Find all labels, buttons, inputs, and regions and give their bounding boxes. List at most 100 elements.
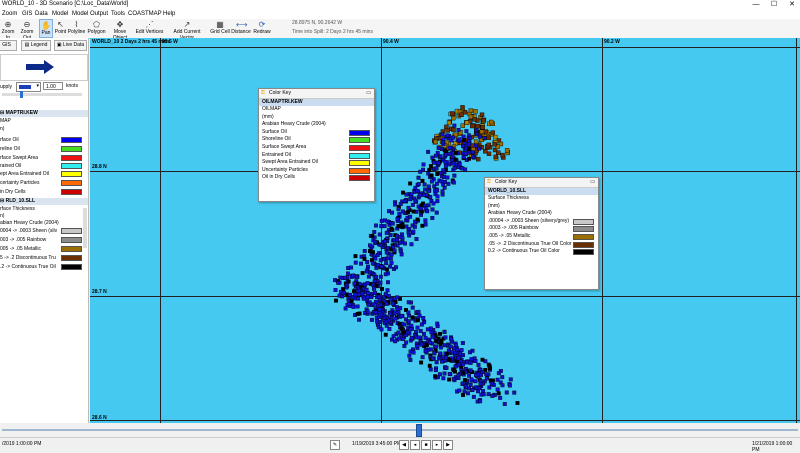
oil-particle bbox=[445, 128, 450, 133]
oil-particle bbox=[401, 209, 405, 214]
menu-data[interactable]: Data bbox=[35, 11, 48, 17]
color-key-titlebar[interactable]: ⚿ Color Key ▭ bbox=[485, 178, 598, 188]
oil-particle bbox=[356, 296, 361, 301]
oil-particle bbox=[457, 137, 462, 142]
play-button[interactable]: ▶ bbox=[443, 440, 453, 450]
menu-model[interactable]: Model bbox=[52, 11, 68, 17]
wind-slider[interactable] bbox=[2, 91, 82, 98]
step-back-button[interactable]: ◂ bbox=[410, 440, 420, 450]
edit-vertices-button[interactable]: ⋰ Edit Vertices bbox=[134, 19, 165, 38]
menu-gis[interactable]: GIS bbox=[22, 11, 32, 17]
tab-live-data[interactable]: ▣ Live Data bbox=[54, 40, 87, 51]
minimize-button[interactable]: — bbox=[748, 0, 764, 10]
distance-button[interactable]: ⟷ Distance bbox=[231, 19, 251, 38]
oil-particle bbox=[368, 249, 372, 254]
oil-particle bbox=[372, 286, 376, 291]
oil-particle bbox=[423, 349, 428, 354]
grid-cell-button[interactable]: ▦ Grid Cell bbox=[209, 19, 231, 38]
timeline-slider-track[interactable] bbox=[2, 429, 798, 431]
oil-particle bbox=[467, 142, 471, 147]
oil-particle bbox=[384, 230, 389, 235]
oil-particle bbox=[352, 281, 357, 286]
close-button[interactable]: ✕ bbox=[784, 0, 800, 10]
oil-particle bbox=[417, 193, 422, 198]
oil-particle bbox=[406, 300, 411, 305]
oil-particle bbox=[440, 140, 445, 145]
tab-legend[interactable]: ▤ Legend bbox=[21, 40, 51, 51]
legend-item: 003 -> .005 Rainbow bbox=[0, 236, 88, 244]
oil-particle bbox=[435, 199, 440, 204]
maximize-button[interactable]: ☐ bbox=[766, 0, 782, 10]
oil-particle bbox=[380, 286, 384, 291]
polygon-button[interactable]: ⬠ Polygon bbox=[87, 19, 106, 38]
oil-particle bbox=[370, 233, 375, 238]
menu-tools[interactable]: Tools bbox=[111, 11, 125, 17]
color-key-item: .05 -> .2 Discontinuous True Oil Color bbox=[485, 241, 598, 249]
section-toggle-icon[interactable]: ⊟ bbox=[0, 110, 4, 116]
oil-particle bbox=[481, 117, 486, 123]
redraw-button[interactable]: ⟳ Redraw bbox=[253, 19, 271, 38]
oil-particle bbox=[375, 262, 380, 267]
oil-particle bbox=[500, 375, 505, 380]
toolbar: ⊕Zoom In ⊖Zoom Out ✋Pan ↖Point ⌇Polyline… bbox=[0, 19, 800, 41]
restore-icon[interactable]: ▭ bbox=[590, 178, 595, 187]
oil-particle bbox=[482, 136, 487, 141]
zoom-in-button[interactable]: ⊕Zoom In bbox=[0, 19, 16, 41]
oil-particle bbox=[431, 334, 435, 339]
oil-particle bbox=[398, 201, 403, 206]
oil-particle bbox=[466, 391, 470, 396]
wind-arrow-panel bbox=[0, 54, 88, 81]
timeline-slider-thumb[interactable] bbox=[416, 424, 422, 437]
map-view[interactable]: WORLD_10 2 Days 2 hrs 45 mins 90.5 W 90.… bbox=[90, 38, 800, 423]
play-icon: ▶ bbox=[446, 442, 450, 448]
add-current-vector-button[interactable]: ↗Add Current Vector bbox=[166, 19, 208, 41]
oil-particle bbox=[395, 237, 400, 242]
wind-speed-input[interactable]: 1.00 bbox=[43, 82, 63, 90]
move-object-button[interactable]: ✥Move Object bbox=[106, 19, 134, 41]
color-swatch bbox=[349, 175, 370, 182]
legend-item: reline Oil bbox=[0, 145, 88, 153]
menu-zoom[interactable]: Zoom bbox=[2, 11, 17, 17]
color-swatch bbox=[349, 160, 370, 167]
polyline-button[interactable]: ⌇ Polyline bbox=[67, 19, 86, 38]
oil-particle bbox=[467, 156, 471, 161]
oil-particle bbox=[451, 180, 456, 185]
oil-particle bbox=[414, 329, 418, 334]
edit-time-button[interactable]: ✎ bbox=[330, 440, 340, 450]
cursor-coordinates: 28.8975 N, 90.2642 W bbox=[292, 20, 343, 26]
point-button[interactable]: ↖ Point bbox=[54, 19, 67, 38]
oil-particle bbox=[349, 265, 353, 270]
oil-particle bbox=[443, 343, 447, 348]
oil-particle bbox=[470, 123, 475, 129]
menu-model-output[interactable]: Model Output bbox=[72, 11, 108, 17]
pan-button[interactable]: ✋ Pan bbox=[39, 19, 53, 38]
oil-particle bbox=[461, 362, 466, 367]
section-toggle-icon[interactable]: ⊟ bbox=[0, 198, 4, 204]
oil-particle bbox=[420, 178, 425, 183]
legend-item: ept Area Entrained Oil bbox=[0, 170, 88, 178]
menu-coastmap[interactable]: COASTMAP bbox=[128, 11, 162, 17]
oil-particle bbox=[403, 198, 408, 203]
rewind-button[interactable]: ◀ bbox=[399, 440, 409, 450]
oil-particle bbox=[399, 326, 404, 331]
oil-particle bbox=[371, 302, 376, 307]
oil-particle bbox=[457, 162, 462, 167]
oil-particle bbox=[492, 142, 497, 147]
magnifier-minus-icon: ⊖ bbox=[23, 20, 31, 29]
oil-particle bbox=[370, 261, 375, 266]
oil-particle bbox=[429, 173, 434, 178]
color-key-window-sll[interactable]: ⚿ Color Key ▭ WORLD_10.SLL Surface Thick… bbox=[484, 177, 599, 290]
color-key-titlebar[interactable]: ⚿ Color Key ▭ bbox=[259, 89, 374, 99]
menu-help[interactable]: Help bbox=[163, 11, 175, 17]
oil-particle bbox=[484, 376, 489, 381]
oil-particle bbox=[395, 233, 399, 238]
restore-icon[interactable]: ▭ bbox=[366, 89, 371, 98]
oil-particle bbox=[469, 377, 474, 382]
legend-scrollbar[interactable] bbox=[83, 208, 87, 248]
zoom-out-button[interactable]: ⊖Zoom Out bbox=[17, 19, 37, 41]
step-forward-button[interactable]: ▸ bbox=[432, 440, 442, 450]
stop-button[interactable]: ■ bbox=[421, 440, 431, 450]
color-key-window-oilmap[interactable]: ⚿ Color Key ▭ OILMAPTRI.KEW OILMAP (mm) … bbox=[258, 88, 375, 202]
color-swatch bbox=[349, 152, 370, 159]
tab-gis[interactable]: GIS bbox=[0, 40, 17, 51]
